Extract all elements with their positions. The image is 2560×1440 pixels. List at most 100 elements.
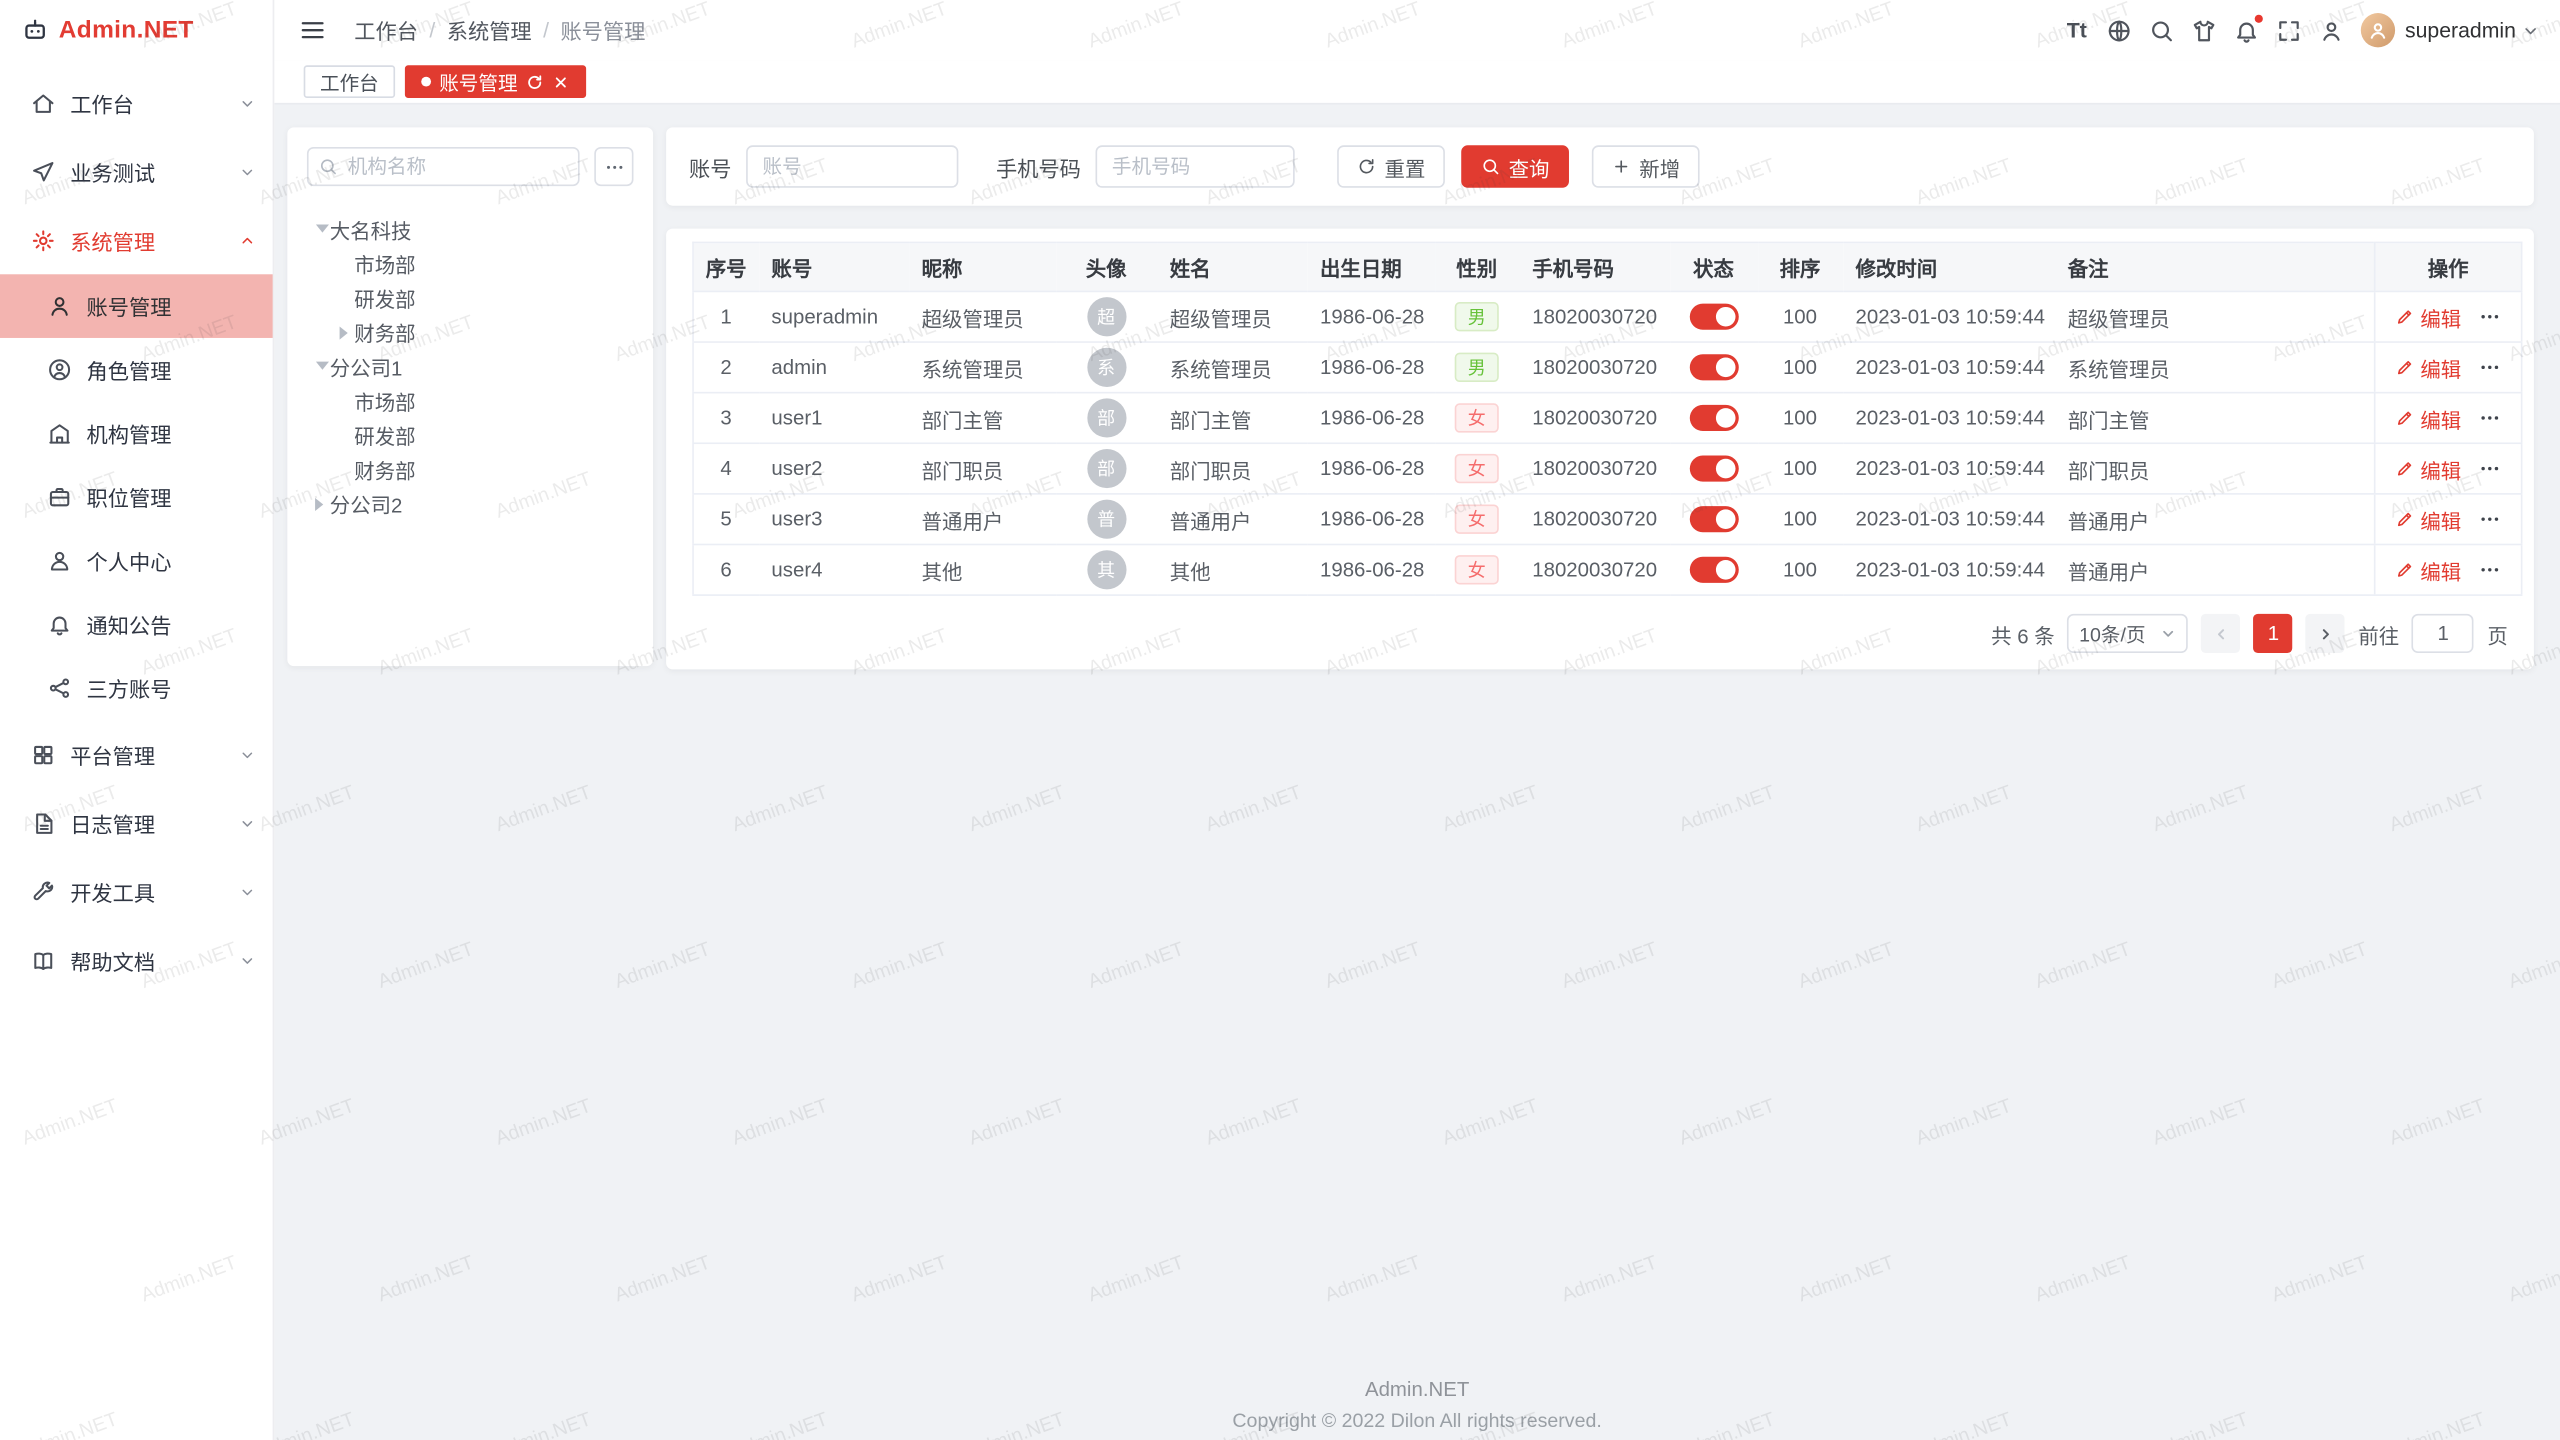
refresh-tab-icon[interactable] xyxy=(526,73,544,91)
sidebar-item-personal-center[interactable]: 个人中心 xyxy=(0,529,273,593)
more-actions-button[interactable] xyxy=(2478,356,2501,379)
edit-button[interactable]: 编辑 xyxy=(2396,554,2461,585)
cell-account: user3 xyxy=(758,494,908,545)
gear-icon xyxy=(31,228,55,252)
table-row: 1 superadmin 超级管理员 超 超级管理员 1986-06-28 男 … xyxy=(693,291,2522,342)
add-button[interactable]: 新增 xyxy=(1592,145,1700,187)
status-toggle[interactable] xyxy=(1689,557,1738,583)
more-actions-button[interactable] xyxy=(2478,305,2501,328)
status-toggle[interactable] xyxy=(1689,405,1738,431)
close-tab-icon[interactable] xyxy=(552,73,570,91)
sidebar-item-account-management[interactable]: 账号管理 xyxy=(0,274,273,338)
caret-icon[interactable] xyxy=(331,252,354,275)
app-logo: Admin.NET xyxy=(0,0,273,60)
caret-icon[interactable] xyxy=(307,218,330,241)
tree-node[interactable]: 市场部 xyxy=(307,384,634,418)
edit-button[interactable]: 编辑 xyxy=(2396,504,2461,535)
more-actions-button[interactable] xyxy=(2478,457,2501,480)
sidebar-item-dev-tools[interactable]: 开发工具 xyxy=(0,857,273,926)
next-page-button[interactable] xyxy=(2306,614,2345,653)
caret-icon[interactable] xyxy=(331,424,354,447)
breadcrumb-item[interactable]: 工作台 xyxy=(354,15,418,46)
breadcrumb-item[interactable]: 系统管理 xyxy=(447,15,532,46)
notification-icon[interactable] xyxy=(2225,9,2267,51)
tree-node[interactable]: 研发部 xyxy=(307,281,634,315)
more-actions-button[interactable] xyxy=(2478,558,2501,581)
logo-text: Admin.NET xyxy=(59,16,194,44)
caret-icon[interactable] xyxy=(307,492,330,515)
search-icon xyxy=(318,157,338,177)
font-size-icon[interactable]: Tt xyxy=(2056,9,2098,51)
search-button[interactable]: 查询 xyxy=(1461,145,1569,187)
goto-unit: 页 xyxy=(2487,618,2507,649)
reset-button[interactable]: 重置 xyxy=(1337,145,1445,187)
tree-node[interactable]: 分公司2 xyxy=(307,487,634,521)
tree-node[interactable]: 财务部 xyxy=(307,452,634,486)
tree-node[interactable]: 市场部 xyxy=(307,247,634,281)
cell-order: 100 xyxy=(1758,544,1843,595)
status-toggle[interactable] xyxy=(1689,456,1738,482)
sidebar-item-platform-management[interactable]: 平台管理 xyxy=(0,720,273,789)
page-size-select[interactable]: 10条/页 xyxy=(2068,614,2189,653)
sidebar-item-business-test[interactable]: 业务测试 xyxy=(0,137,273,206)
sidebar-item-position-management[interactable]: 职位管理 xyxy=(0,465,273,529)
theme-icon[interactable] xyxy=(2183,9,2225,51)
search-icon[interactable] xyxy=(2141,9,2183,51)
language-icon[interactable] xyxy=(2098,9,2140,51)
gender-badge: 女 xyxy=(1455,403,1499,432)
caret-icon[interactable] xyxy=(307,355,330,378)
org-search-input[interactable] xyxy=(307,147,580,186)
caret-icon[interactable] xyxy=(331,287,354,310)
edit-button[interactable]: 编辑 xyxy=(2396,301,2461,332)
caret-icon[interactable] xyxy=(331,321,354,344)
cell-birthday: 1986-06-28 xyxy=(1307,494,1434,545)
tab-account-management[interactable]: 账号管理 xyxy=(405,65,586,98)
accounts-table: 序号 账号 昵称 头像 姓名 出生日期 性别 手机号码 状态 排序 修改时间 xyxy=(692,242,2522,596)
sidebar-item-org-management[interactable]: 机构管理 xyxy=(0,402,273,466)
sidebar-item-third-party-account[interactable]: 三方账号 xyxy=(0,656,273,720)
cell-order: 100 xyxy=(1758,443,1843,494)
phone-input[interactable] xyxy=(1096,145,1295,187)
tree-node[interactable]: 分公司1 xyxy=(307,349,634,383)
sidebar-item-log-management[interactable]: 日志管理 xyxy=(0,789,273,858)
wrench-icon xyxy=(31,879,55,903)
edit-button[interactable]: 编辑 xyxy=(2396,453,2461,484)
navigation-icon xyxy=(31,159,55,183)
status-toggle[interactable] xyxy=(1689,506,1738,532)
sidebar-item-role-management[interactable]: 角色管理 xyxy=(0,338,273,402)
user-icon[interactable] xyxy=(2310,9,2352,51)
goto-page-input[interactable] xyxy=(2412,614,2474,653)
username: superadmin xyxy=(2405,18,2516,42)
tree-node[interactable]: 财务部 xyxy=(307,315,634,349)
cell-modified-time: 2023-01-03 10:59:44 xyxy=(1842,443,2054,494)
row-avatar: 部 xyxy=(1087,398,1126,437)
user-menu[interactable]: superadmin xyxy=(2353,13,2541,47)
edit-button[interactable]: 编辑 xyxy=(2396,402,2461,433)
cell-nickname: 超级管理员 xyxy=(909,291,1056,342)
sidebar-item-notice[interactable]: 通知公告 xyxy=(0,593,273,657)
collapse-menu-button[interactable] xyxy=(291,9,333,51)
tab-bar: 工作台 账号管理 xyxy=(274,60,2560,104)
account-input[interactable] xyxy=(746,145,958,187)
sidebar-item-help-docs[interactable]: 帮助文档 xyxy=(0,926,273,995)
tree-node[interactable]: 大名科技 xyxy=(307,212,634,246)
status-toggle[interactable] xyxy=(1689,304,1738,330)
tree-node[interactable]: 研发部 xyxy=(307,418,634,452)
col-remark: 备注 xyxy=(2055,242,2375,291)
current-page-button[interactable]: 1 xyxy=(2254,614,2293,653)
prev-page-button[interactable] xyxy=(2202,614,2241,653)
breadcrumb-item-current: 账号管理 xyxy=(560,15,645,46)
more-actions-button[interactable] xyxy=(2478,508,2501,531)
org-more-button[interactable] xyxy=(594,147,633,186)
sidebar-item-system-management[interactable]: 系统管理 xyxy=(0,206,273,275)
edit-button[interactable]: 编辑 xyxy=(2396,352,2461,383)
share-icon xyxy=(47,676,71,700)
status-toggle[interactable] xyxy=(1689,354,1738,380)
sidebar-item-workbench[interactable]: 工作台 xyxy=(0,69,273,138)
row-avatar: 部 xyxy=(1087,449,1126,488)
fullscreen-icon[interactable] xyxy=(2268,9,2310,51)
caret-icon[interactable] xyxy=(331,458,354,481)
more-actions-button[interactable] xyxy=(2478,407,2501,430)
caret-icon[interactable] xyxy=(331,389,354,412)
tab-workbench[interactable]: 工作台 xyxy=(304,65,395,98)
